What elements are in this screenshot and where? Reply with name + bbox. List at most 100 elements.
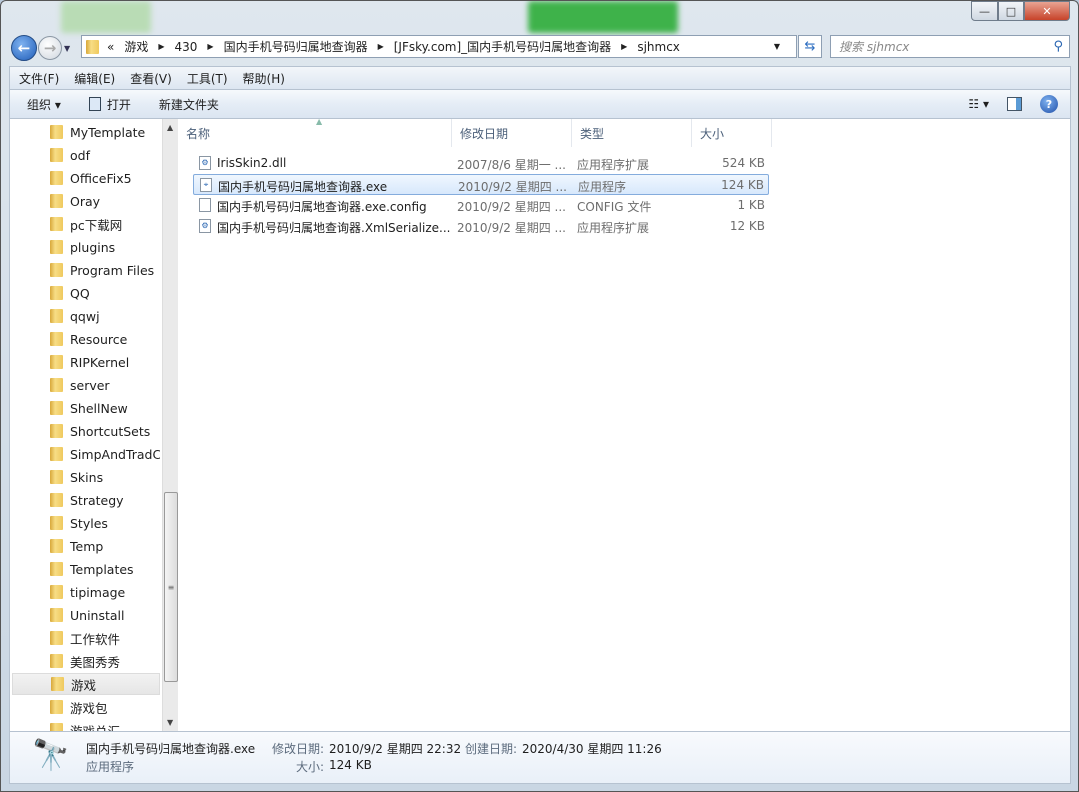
sidebar-scrollbar[interactable]: ▲ ≡ ▼ [162,119,178,731]
chevron-right-icon[interactable]: ▶ [378,42,384,51]
search-icon[interactable]: ⚲ [1053,39,1063,54]
sidebar-folder-item[interactable]: 游戏总汇 [12,719,160,731]
folder-icon [50,194,63,208]
dll-icon: ⚙ [199,156,211,170]
sidebar-folder-item[interactable]: Program Files [12,259,160,281]
folder-label: OfficeFix5 [70,170,132,186]
folder-label: 美图秀秀 [70,654,121,670]
breadcrumb-item[interactable]: 游戏 [124,38,148,55]
breadcrumb-item[interactable]: 430 [175,40,198,54]
explorer-window: — □ ✕ ← → ▼ « 游戏 ▶ 430 ▶ 国内手机号码归属地查询器 ▶ [JF… [0,0,1079,792]
open-button[interactable]: 打开 [88,96,131,113]
organize-button[interactable]: 组织 ▾ [27,96,61,113]
sidebar-folder-item[interactable]: RIPKernel [12,351,160,373]
view-options-button[interactable]: ☷ ▾ [968,97,989,111]
forward-button[interactable]: → [38,36,62,60]
menu-tools[interactable]: 工具(T) [187,70,228,87]
file-size: 124 KB [721,178,764,192]
scrollbar-thumb[interactable]: ≡ [164,492,178,682]
sidebar-folder-item[interactable]: Strategy [12,489,160,511]
sidebar-folder-item[interactable]: 美图秀秀 [12,650,160,672]
search-input[interactable]: 搜索 sjhmcx ⚲ [830,35,1070,58]
sidebar-folder-item[interactable]: Oray [12,190,160,212]
maximize-button[interactable]: □ [998,1,1024,21]
column-header-size[interactable]: 大小 [692,119,772,147]
sidebar-folder-item[interactable]: odf [12,144,160,166]
window-controls: — □ ✕ [971,1,1070,21]
sidebar-folder-item[interactable]: MyTemplate [12,121,160,143]
folder-icon [51,677,64,691]
folder-label: odf [70,147,90,163]
sidebar-folder-item[interactable]: Templates [12,558,160,580]
address-bar[interactable]: « 游戏 ▶ 430 ▶ 国内手机号码归属地查询器 ▶ [JFsky.com]_国内手… [81,35,797,58]
file-type: 应用程序扩展 [577,158,650,172]
column-header-type[interactable]: 类型 [572,119,692,147]
sidebar-folder-item[interactable]: 游戏包 [12,696,160,718]
column-header-name[interactable]: 名称 [178,119,452,147]
folder-icon [50,470,63,484]
sidebar-folder-item[interactable]: SimpAndTradConv [12,443,160,465]
help-icon[interactable]: ? [1040,95,1058,113]
scroll-down-icon[interactable]: ▼ [167,718,173,727]
close-button[interactable]: ✕ [1024,1,1070,21]
sidebar-folder-item[interactable]: plugins [12,236,160,258]
sidebar-folder-item[interactable]: Resource [12,328,160,350]
address-dropdown-icon[interactable]: ▼ [774,42,780,51]
sidebar-folder-item[interactable]: Temp [12,535,160,557]
folder-label: ShortcutSets [70,423,151,439]
sidebar-folder-item[interactable]: QQ [12,282,160,304]
file-name: IrisSkin2.dll [217,156,287,170]
details-created: 2020/4/30 星期四 11:26 [522,742,662,756]
folder-icon [50,608,63,622]
column-header-date[interactable]: 修改日期 [452,119,572,147]
sidebar-folder-item[interactable]: ShortcutSets [12,420,160,442]
sidebar-folder-item[interactable]: OfficeFix5 [12,167,160,189]
sidebar-folder-item[interactable]: qqwj [12,305,160,327]
new-folder-button[interactable]: 新建文件夹 [159,96,219,113]
folder-icon [50,723,63,731]
sidebar-folder-item[interactable]: Uninstall [12,604,160,626]
sidebar-folder-item[interactable]: Skins [12,466,160,488]
folder-label: ShellNew [70,400,128,416]
refresh-button[interactable]: ⇆ [798,35,822,58]
breadcrumb-overflow[interactable]: « [107,40,114,54]
file-name: 国内手机号码归属地查询器.XmlSerialize... [217,221,451,235]
breadcrumb-item[interactable]: sjhmcx [637,40,680,54]
sidebar-folder-item[interactable]: server [12,374,160,396]
back-button[interactable]: ← [11,35,37,61]
folder-icon [50,401,63,415]
chevron-right-icon[interactable]: ▶ [158,42,164,51]
sidebar-folder-item[interactable]: 工作软件 [12,627,160,649]
file-date: 2007/8/6 星期一 ... [457,158,566,172]
folder-icon [50,447,63,461]
breadcrumb-item[interactable]: 国内手机号码归属地查询器 [224,38,368,55]
telescope-icon: 🔭 [32,738,70,773]
sidebar-folder-item[interactable]: ShellNew [12,397,160,419]
chevron-right-icon[interactable]: ▶ [207,42,213,51]
sidebar-folder-item[interactable]: tipimage [12,581,160,603]
menu-edit[interactable]: 编辑(E) [74,70,115,87]
recent-pages-dropdown[interactable]: ▼ [64,44,70,53]
file-row[interactable]: 国内手机号码归属地查询器.exe.config 2010/9/2 星期四 ... C… [193,195,769,216]
sidebar-folder-item[interactable]: 游戏 [12,673,160,695]
menu-view[interactable]: 查看(V) [130,70,172,87]
menu-file[interactable]: 文件(F) [19,70,59,87]
folder-label: Temp [70,538,104,554]
file-row[interactable]: ⚙ 国内手机号码归属地查询器.XmlSerialize... 2010/9/2 星期… [193,216,769,237]
file-row[interactable]: ⚙ IrisSkin2.dll 2007/8/6 星期一 ... 应用程序扩展 524 … [193,153,769,174]
minimize-button[interactable]: — [971,1,998,21]
sidebar-folder-item[interactable]: Styles [12,512,160,534]
folder-icon [50,378,63,392]
menu-help[interactable]: 帮助(H) [243,70,285,87]
details-size-label: 大小: [296,760,325,774]
preview-pane-icon[interactable] [1007,97,1022,111]
sidebar-folder-item[interactable]: pc下载网 [12,213,160,235]
details-size: 124 KB [329,758,372,772]
chevron-right-icon[interactable]: ▶ [621,42,627,51]
folder-icon [50,125,63,139]
file-row[interactable]: ⌖ 国内手机号码归属地查询器.exe 2010/9/2 星期四 ... 应用程序 124… [193,174,769,195]
folder-label: RIPKernel [70,354,130,370]
scroll-up-icon[interactable]: ▲ [167,123,173,132]
details-type: 应用程序 [86,760,135,774]
breadcrumb-item[interactable]: [JFsky.com]_国内手机号码归属地查询器 [394,38,611,55]
